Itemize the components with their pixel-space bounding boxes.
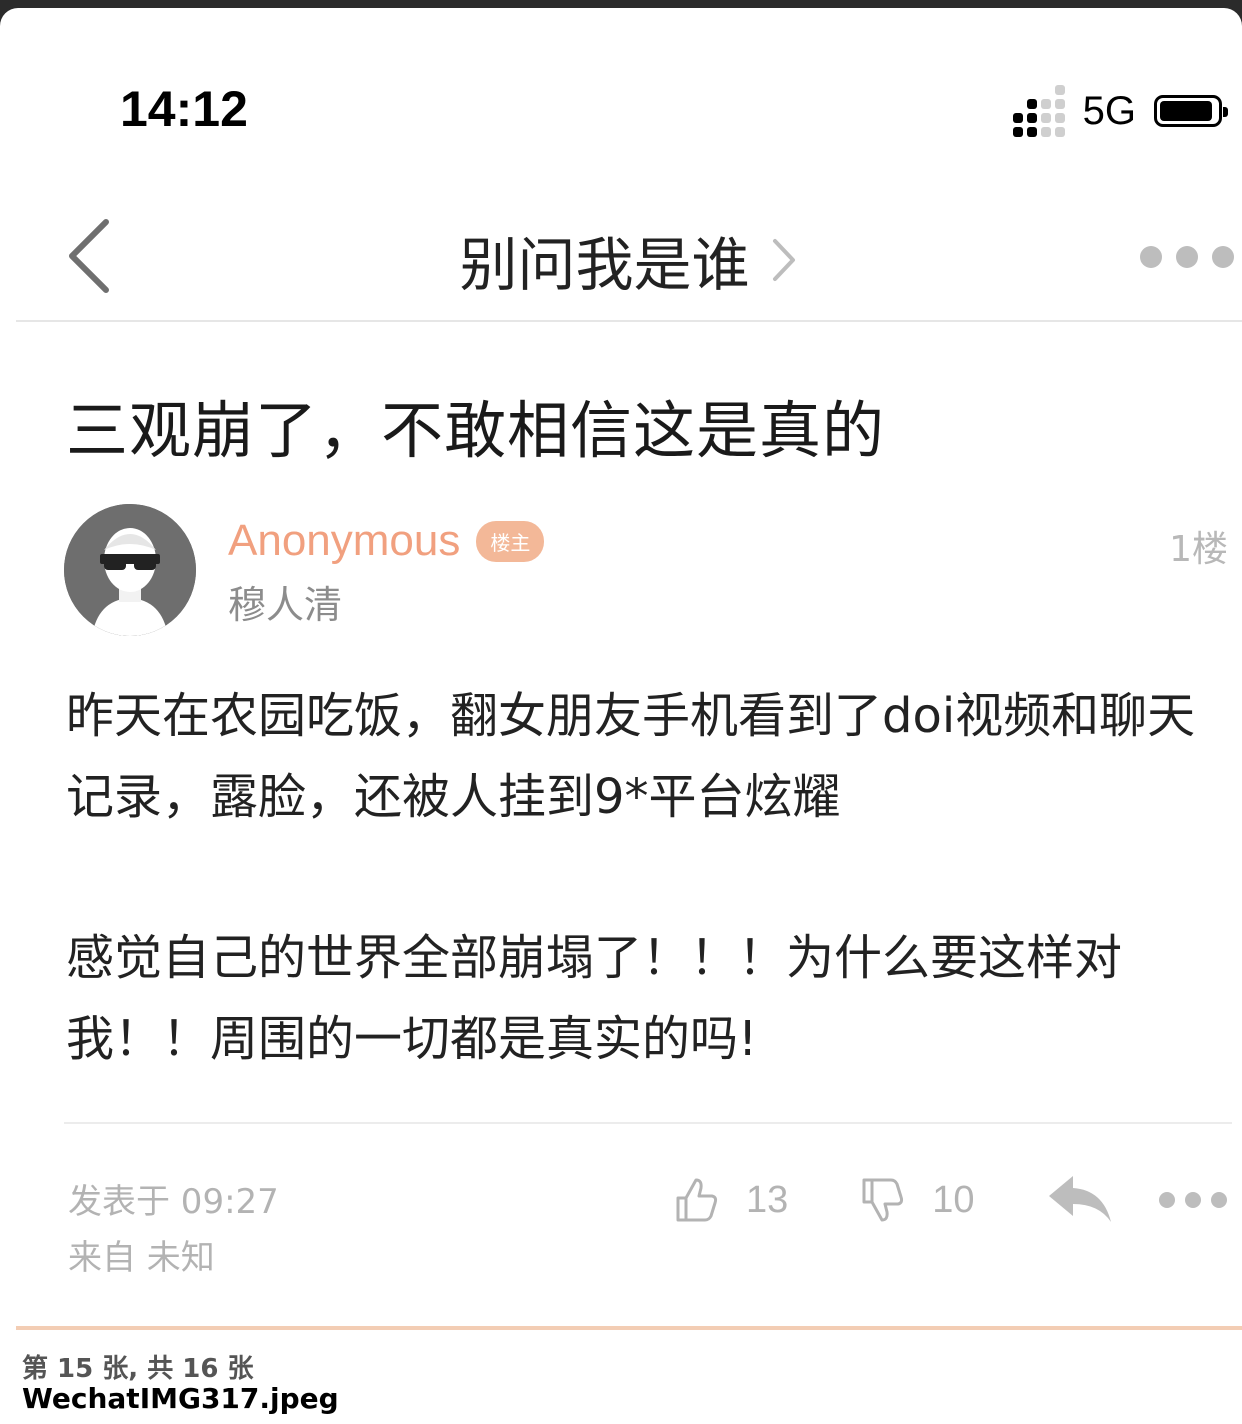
post-title: 三观崩了，不敢相信这是真的: [66, 394, 886, 467]
post-paragraph: 昨天在农园吃饭，翻女朋友手机看到了doi视频和聊天记录，露脸，还被人挂到9*平台…: [66, 688, 1196, 825]
post-more-dots-icon[interactable]: [1158, 1192, 1227, 1208]
post-actions: 13 10: [672, 1168, 1227, 1232]
post-paragraph: 感觉自己的世界全部崩塌了！！！为什么要这样对我！！周围的一切都是真实的吗!: [66, 930, 1123, 1067]
anonymous-avatar-icon: [64, 504, 196, 636]
network-type: 5G: [1082, 88, 1136, 133]
avatar[interactable]: [64, 504, 196, 636]
battery-icon: [1154, 95, 1228, 127]
divider: [64, 1122, 1232, 1124]
navigation-bar: 别问我是谁: [16, 178, 1242, 322]
post-source: 来自 未知: [68, 1238, 215, 1278]
author-subname: 穆人清: [228, 583, 343, 627]
post-time: 发表于 09:27: [68, 1182, 279, 1222]
post-meta: 发表于 09:27 来自 未知: [68, 1174, 279, 1286]
more-dots-icon[interactable]: [1140, 246, 1234, 268]
reply-icon[interactable]: [1045, 1172, 1115, 1228]
phone-screen: 14:12 5G 别问我是谁 三观崩了，不敢相信这是真的 Anonymous 楼…: [0, 8, 1242, 1424]
dislike-count: 10: [932, 1178, 975, 1221]
chevron-right-icon: [772, 239, 795, 281]
thumbs-up-icon[interactable]: [672, 1176, 720, 1224]
author-name[interactable]: Anonymous: [228, 516, 460, 566]
like-count: 13: [746, 1178, 789, 1221]
status-time: 14:12: [120, 81, 248, 137]
op-badge: 楼主: [476, 520, 545, 562]
forum-title: 别问我是谁: [459, 231, 750, 299]
signal-icon: [1012, 85, 1065, 137]
status-indicators: 5G: [1012, 85, 1228, 137]
thumbs-down-icon[interactable]: [858, 1176, 906, 1224]
nav-title-link[interactable]: 别问我是谁: [16, 218, 1242, 302]
image-filename: WechatIMG317.jpeg: [22, 1382, 339, 1415]
floor-number: 1楼: [1169, 529, 1228, 570]
section-divider: [16, 1326, 1242, 1330]
image-counter: 第 15 张, 共 16 张: [22, 1354, 254, 1384]
author-row: Anonymous 楼主: [228, 516, 545, 566]
